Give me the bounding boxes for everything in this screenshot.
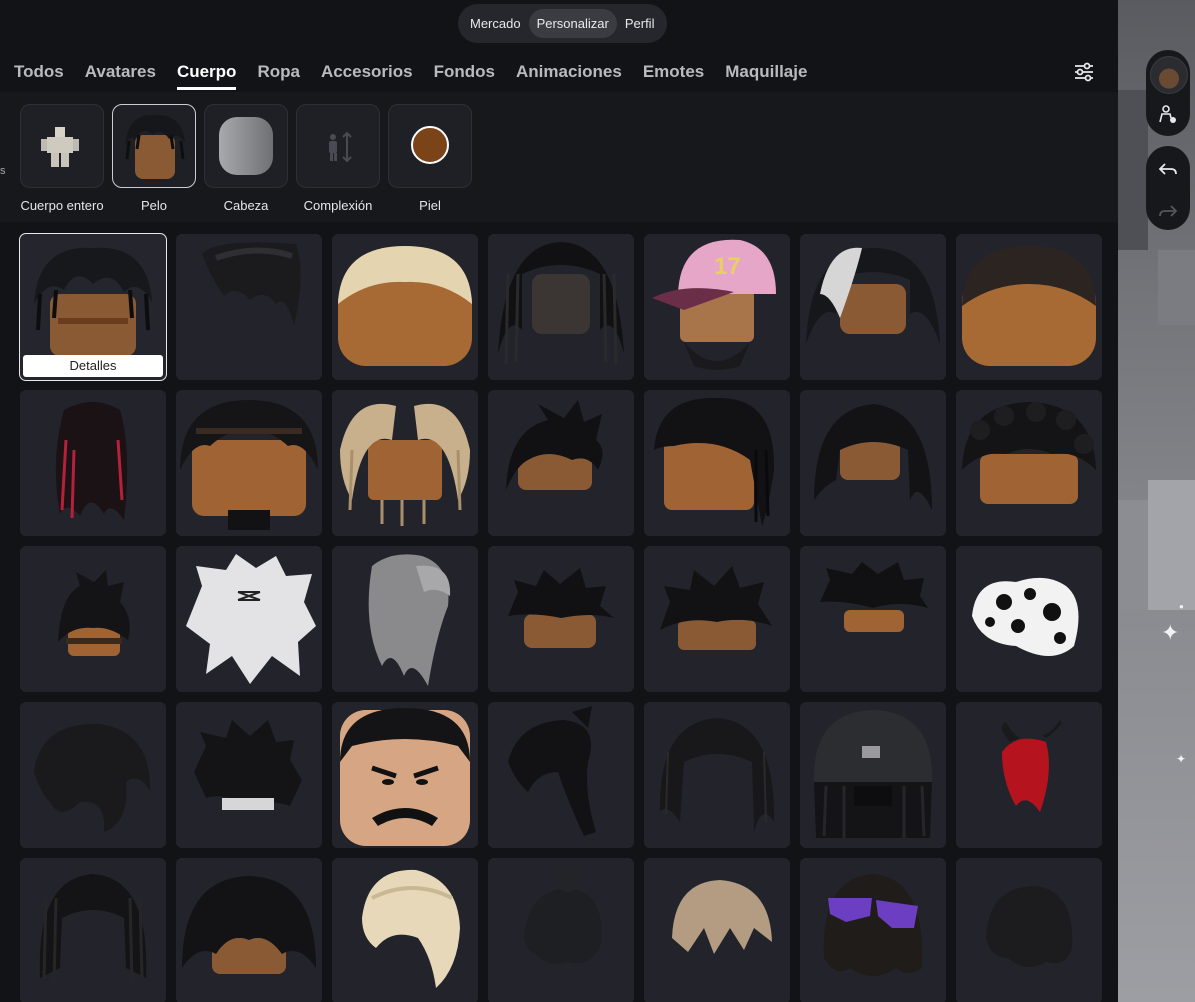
hair-item-dark-wavy[interactable] (956, 858, 1102, 1002)
tab-todos[interactable]: Todos (14, 62, 64, 90)
hair-item-gray-ponytail[interactable] (332, 546, 478, 692)
sub-label: Pelo (140, 198, 168, 213)
category-tabs: Todos Avatares Cuerpo Ropa Accesorios Fo… (14, 62, 828, 90)
hair-item-blonde-side[interactable] (332, 858, 478, 1002)
hair-item-spiky-brown[interactable] (20, 546, 166, 692)
sparkle-icon: ✦ (1176, 752, 1187, 766)
catalog-panel: Mercado Personalizar Perfil Todos Avatar… (0, 0, 1118, 1002)
sub-label: Cabeza (223, 198, 269, 213)
tab-avatares[interactable]: Avatares (85, 62, 156, 90)
undo-icon[interactable] (1146, 158, 1190, 185)
hair-item-black-messy[interactable] (644, 546, 790, 692)
hair-item-curly-top[interactable] (956, 390, 1102, 536)
hair-item-purple-glasses[interactable] (800, 858, 946, 1002)
left-edge-mark: s (0, 165, 6, 177)
hair-item-black-spiky[interactable] (488, 546, 634, 692)
hair-item-blonde-buzz[interactable] (332, 234, 478, 380)
tab-cuerpo[interactable]: Cuerpo (176, 62, 237, 90)
hair-item-black-fringe[interactable] (800, 546, 946, 692)
nav-mercado[interactable]: Mercado (462, 9, 529, 38)
sub-complexion[interactable]: Complexión (296, 104, 380, 213)
tab-maquillaje[interactable]: Maquillaje (725, 62, 807, 90)
hair-item-dark-bun[interactable] (488, 858, 634, 1002)
tab-animaciones[interactable]: Animaciones (516, 62, 622, 90)
hair-icon (112, 104, 196, 188)
hair-item-light-brown[interactable] (644, 858, 790, 1002)
svg-text:17: 17 (714, 253, 741, 280)
hair-item-curtain-locs[interactable] (644, 390, 790, 536)
sub-pelo[interactable]: Pelo (112, 104, 196, 213)
hair-item-dark-swept[interactable] (176, 234, 322, 380)
filter-icon[interactable] (1070, 58, 1098, 86)
scene-block (1158, 250, 1195, 325)
body-icon (20, 104, 104, 188)
hair-item-white-black-twists[interactable] (800, 234, 946, 380)
sub-label: Complexión (303, 198, 373, 213)
tab-ropa[interactable]: Ropa (257, 62, 300, 90)
tab-fondos[interactable]: Fondos (434, 62, 495, 90)
hair-item-spiky-short[interactable] (488, 390, 634, 536)
sub-piel[interactable]: Piel (388, 104, 472, 213)
hair-item-swept-dark[interactable] (20, 702, 166, 848)
hair-item-long-dark[interactable] (644, 702, 790, 848)
hair-item-pink-cap[interactable]: 17 (644, 234, 790, 380)
subcategory-bar: Cuerpo entero Pelo Cabeza Complexión Pie… (0, 92, 1118, 222)
scene-block (1148, 480, 1195, 610)
sparkle-icon: ✦ (1161, 620, 1180, 645)
skin-color-icon (388, 104, 472, 188)
hair-item-locs-black[interactable] (20, 858, 166, 1002)
hair-item-red-long[interactable] (20, 390, 166, 536)
details-button[interactable]: Detalles (23, 355, 163, 377)
hair-item-black-head[interactable] (332, 702, 478, 848)
tab-emotes[interactable]: Emotes (643, 62, 704, 90)
sub-cabeza[interactable]: Cabeza (204, 104, 288, 213)
hair-item-side-twists[interactable] (800, 390, 946, 536)
hair-item-black-ponytail[interactable] (488, 702, 634, 848)
hair-item-red-horns[interactable] (956, 702, 1102, 848)
hair-item-braids-long[interactable] (488, 234, 634, 380)
avatar-thumbnail[interactable] (1150, 56, 1188, 94)
tab-accesorios[interactable]: Accesorios (321, 62, 413, 90)
avatar-settings-icon[interactable] (1146, 104, 1190, 131)
hair-item-dark-buzz[interactable] (956, 234, 1102, 380)
nav-perfil[interactable]: Perfil (617, 9, 663, 38)
hair-item-white-spiky[interactable] (176, 546, 322, 692)
hair-item-blonde-locs[interactable] (332, 390, 478, 536)
hair-item-twists-headband[interactable] (176, 390, 322, 536)
scene-block (1118, 90, 1148, 250)
hair-item-beanie-locs[interactable] (800, 702, 946, 848)
head-icon (204, 104, 288, 188)
hair-item-curly-black[interactable] (176, 858, 322, 1002)
hair-item-spiky-band[interactable] (176, 702, 322, 848)
nav-personalizar[interactable]: Personalizar (528, 9, 617, 38)
sparkle-icon: ● (1179, 602, 1184, 611)
scale-icon (296, 104, 380, 188)
hair-item-white-black-splash[interactable] (956, 546, 1102, 692)
sub-label: Piel (419, 198, 441, 213)
sub-cuerpo-entero[interactable]: Cuerpo entero (20, 104, 104, 213)
scene-block (1118, 500, 1148, 610)
sub-label: Cuerpo entero (20, 198, 104, 213)
hair-item-twists-selected[interactable]: Detalles (19, 233, 167, 381)
top-nav: Mercado Personalizar Perfil (458, 4, 667, 43)
redo-icon[interactable] (1146, 200, 1190, 227)
